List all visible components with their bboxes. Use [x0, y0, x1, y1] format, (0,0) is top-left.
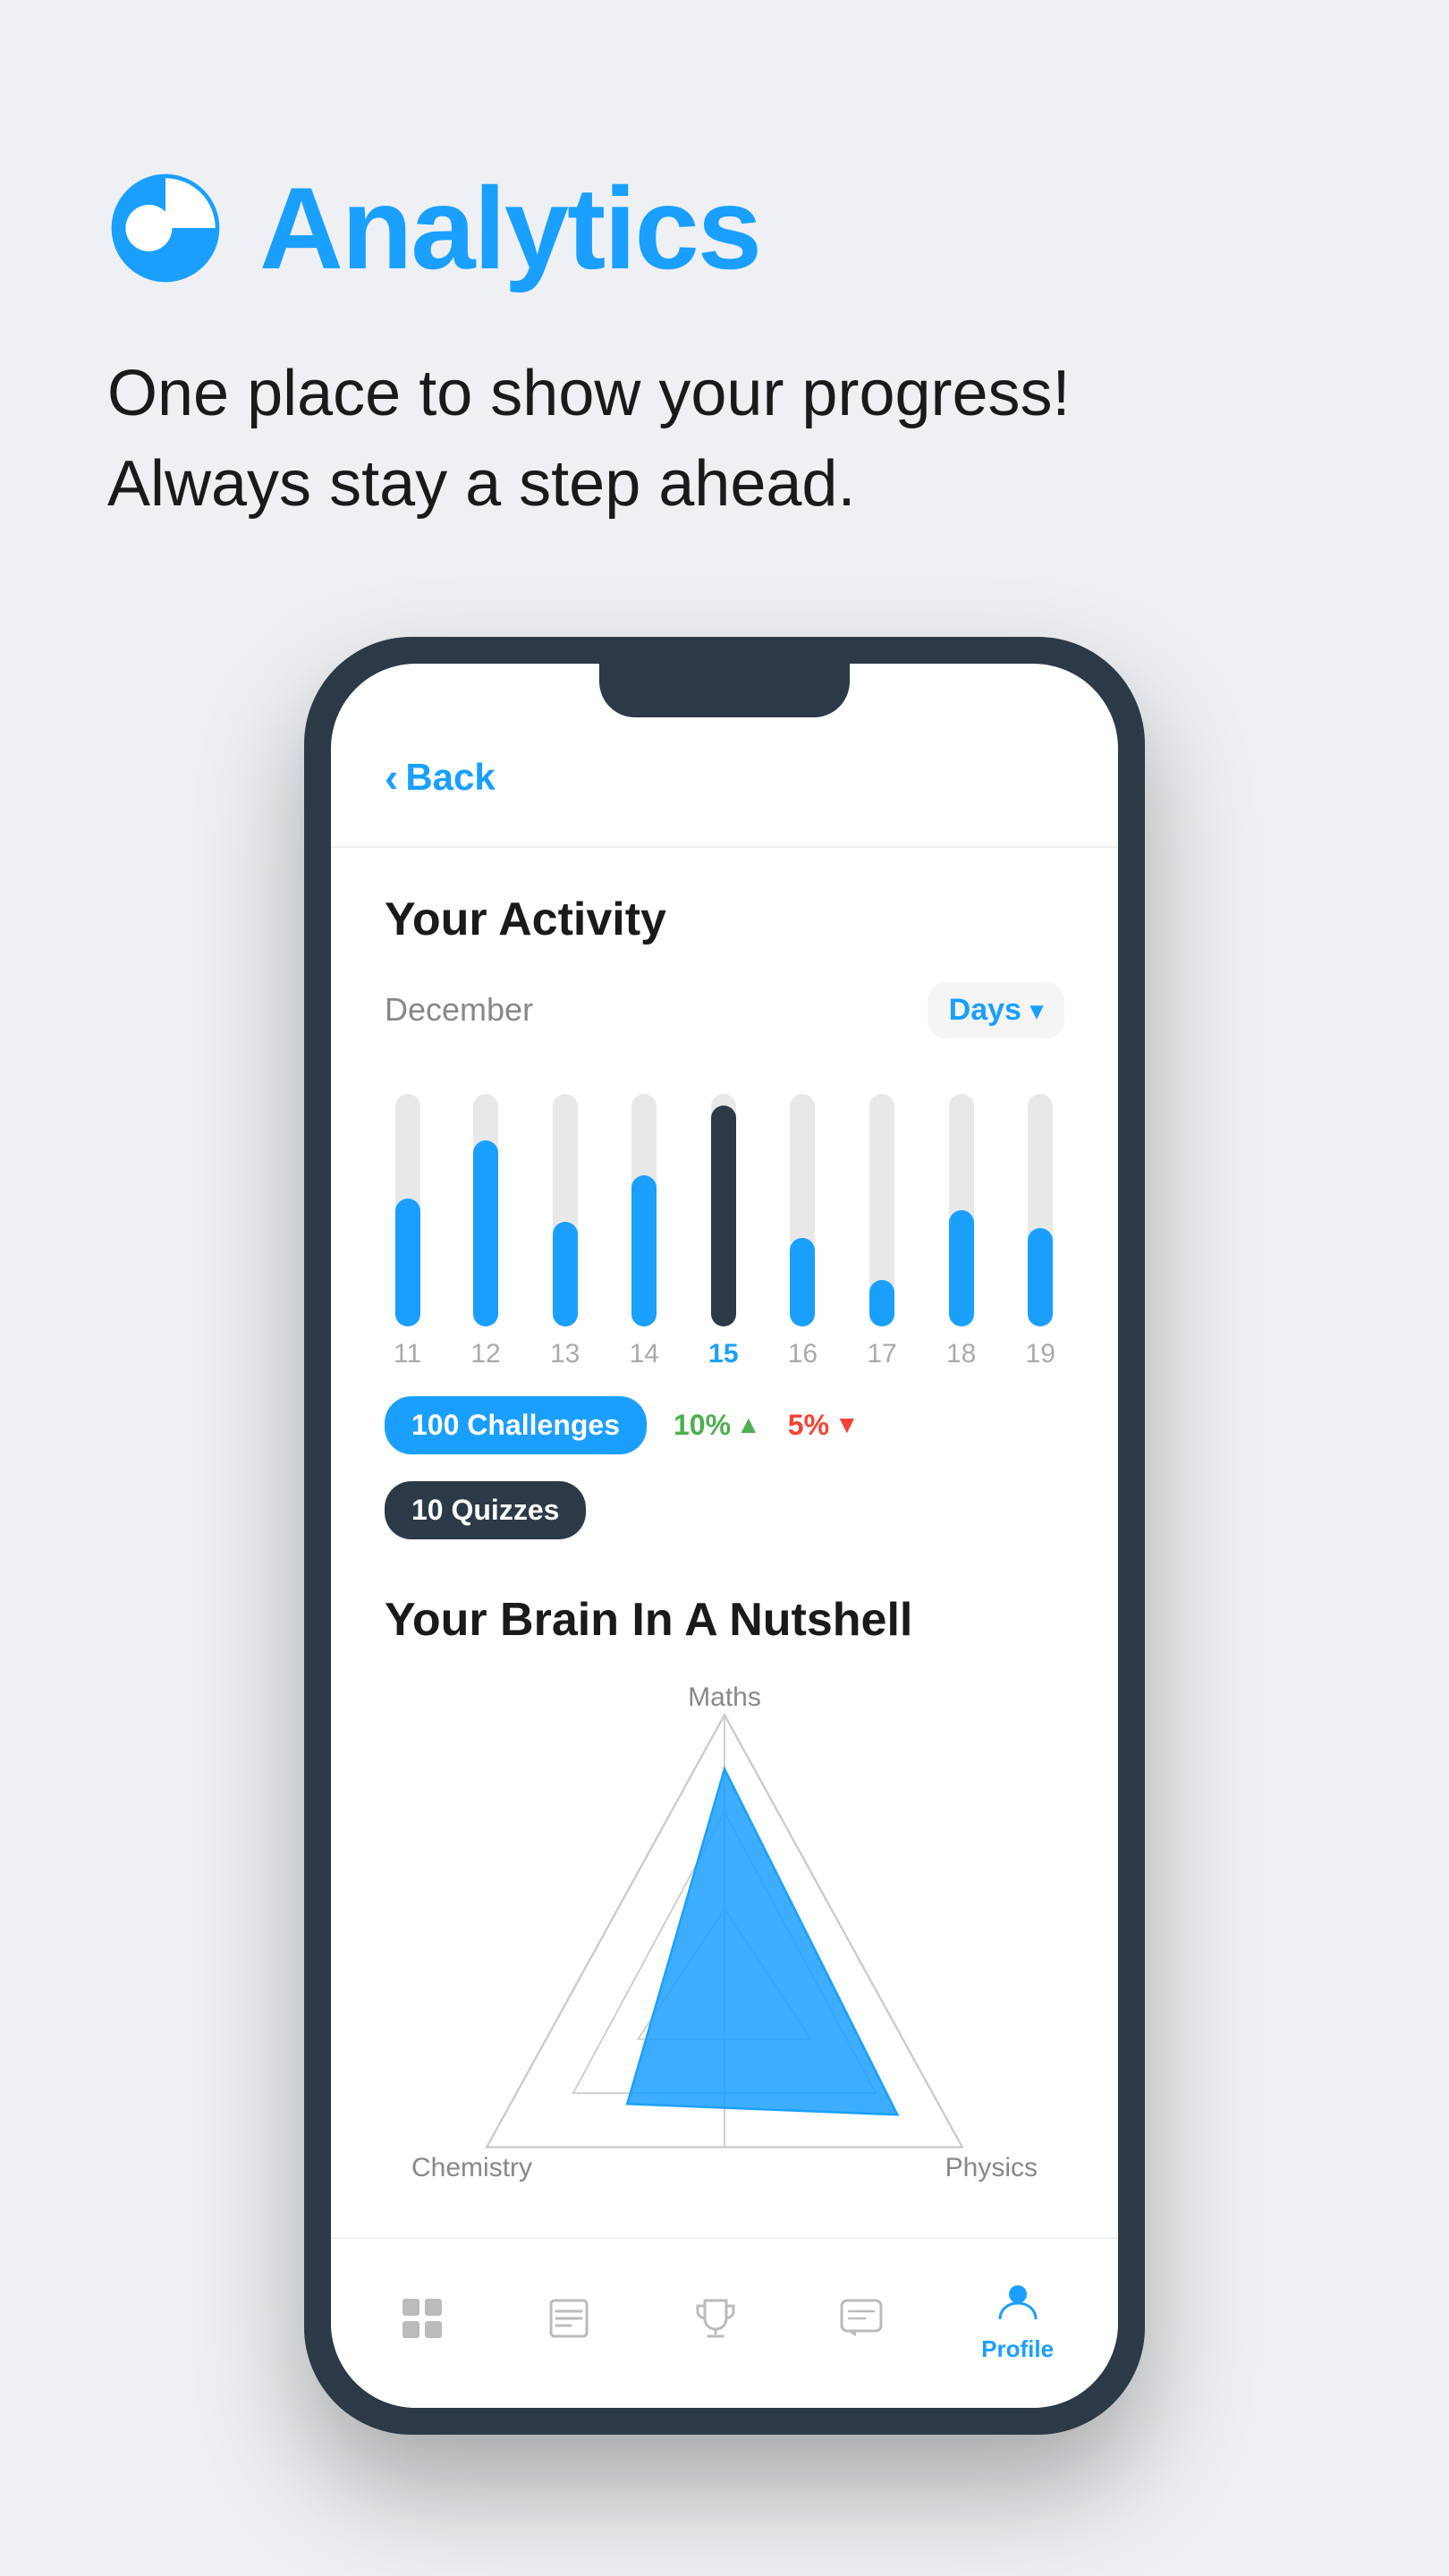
bar-track-19 [1028, 1094, 1053, 1326]
back-button[interactable]: ‹ Back [385, 753, 1064, 801]
chat-icon [835, 2292, 888, 2345]
stats-row: 100 Challenges 10% ▲ 5% ▼ 10 Quizzes [385, 1396, 1064, 1539]
bar-fill-19 [1028, 1228, 1053, 1326]
activity-title: Your Activity [385, 893, 1064, 946]
bar-fill-13 [553, 1222, 578, 1326]
radar-label-physics: Physics [945, 2153, 1038, 2183]
days-label: Days [949, 993, 1021, 1028]
subtitle-text: One place to show your progress! Always … [107, 349, 1270, 530]
lessons-icon [542, 2292, 596, 2345]
profile-icon [991, 2275, 1045, 2328]
bar-group-12: 12 [470, 1094, 500, 1369]
bar-label-18: 18 [946, 1339, 976, 1369]
phone-wrapper: ‹ Back Your Activity December Days ▾ [107, 637, 1342, 2435]
bar-track-14 [631, 1094, 657, 1326]
screen-content: ‹ Back Your Activity December Days ▾ [331, 664, 1118, 2201]
nav-item-chat[interactable] [835, 2292, 888, 2345]
back-chevron-icon: ‹ [385, 753, 398, 801]
radar-label-chemistry: Chemistry [411, 2153, 532, 2183]
bar-group-16: 16 [788, 1094, 818, 1369]
bar-group-19: 19 [1026, 1094, 1055, 1369]
home-icon [395, 2292, 449, 2345]
bar-fill-15 [711, 1106, 736, 1326]
bar-label-12: 12 [470, 1339, 500, 1369]
profile-nav-label: Profile [981, 2335, 1054, 2363]
nav-item-lessons[interactable] [542, 2292, 596, 2345]
trophy-icon [689, 2292, 742, 2345]
nav-item-profile[interactable]: Profile [981, 2275, 1054, 2363]
bar-group-18: 18 [946, 1094, 976, 1369]
nav-item-home[interactable] [395, 2292, 449, 2345]
quizzes-badge: 10 Quizzes [385, 1481, 586, 1539]
page-container: Analytics One place to show your progres… [0, 0, 1449, 2576]
bar-track-13 [553, 1094, 578, 1326]
bar-chart: 11 12 [385, 1083, 1064, 1369]
analytics-icon [107, 170, 224, 286]
activity-header: December Days ▾ [385, 982, 1064, 1038]
bar-track-12 [473, 1094, 498, 1326]
bar-track-11 [395, 1094, 420, 1326]
brain-title: Your Brain In A Nutshell [385, 1593, 1064, 1647]
bar-track-17 [869, 1094, 894, 1326]
bar-label-14: 14 [630, 1339, 659, 1369]
bar-group-14: 14 [630, 1094, 659, 1369]
header-section: Analytics [107, 161, 1342, 295]
page-title: Analytics [259, 161, 760, 295]
percent-red: 5% ▼ [788, 1409, 860, 1442]
dropdown-arrow-icon: ▾ [1030, 996, 1043, 1025]
bar-track-16 [790, 1094, 815, 1326]
bar-label-19: 19 [1026, 1339, 1055, 1369]
bar-track-15 [711, 1094, 736, 1326]
bar-label-17: 17 [867, 1339, 896, 1369]
bar-fill-18 [949, 1210, 974, 1326]
bar-fill-17 [869, 1280, 894, 1326]
bar-fill-12 [473, 1140, 498, 1326]
percent-green: 10% ▲ [674, 1409, 761, 1442]
bar-group-17: 17 [867, 1094, 896, 1369]
bar-label-13: 13 [550, 1339, 580, 1369]
days-dropdown[interactable]: Days ▾ [928, 982, 1064, 1038]
bar-group-15: 15 [708, 1094, 738, 1369]
month-label: December [385, 991, 533, 1029]
bar-fill-16 [790, 1238, 815, 1326]
bar-track-18 [949, 1094, 974, 1326]
arrow-up-icon: ▲ [736, 1411, 761, 1439]
bar-label-15: 15 [708, 1339, 738, 1369]
bar-fill-14 [631, 1175, 657, 1326]
percent-red-value: 5% [788, 1409, 829, 1442]
bar-fill-11 [395, 1199, 420, 1326]
bar-group-11: 11 [394, 1094, 421, 1369]
nav-item-trophy[interactable] [689, 2292, 742, 2345]
radar-container: Maths [385, 1682, 1064, 2201]
brain-section: Your Brain In A Nutshell Maths [385, 1593, 1064, 2201]
bar-label-16: 16 [788, 1339, 818, 1369]
bar-group-13: 13 [550, 1094, 580, 1369]
bar-label-11: 11 [394, 1339, 421, 1369]
phone-notch [599, 664, 850, 717]
divider [331, 846, 1118, 848]
radar-chart [385, 1682, 1064, 2201]
bottom-nav: Profile [331, 2237, 1118, 2408]
challenges-badge: 100 Challenges [385, 1396, 647, 1454]
phone-outer: ‹ Back Your Activity December Days ▾ [304, 637, 1145, 2435]
arrow-down-icon: ▼ [835, 1411, 860, 1439]
percent-green-value: 10% [674, 1409, 731, 1442]
radar-label-maths: Maths [688, 1682, 761, 1713]
phone-screen: ‹ Back Your Activity December Days ▾ [331, 664, 1118, 2408]
back-label: Back [405, 756, 495, 799]
